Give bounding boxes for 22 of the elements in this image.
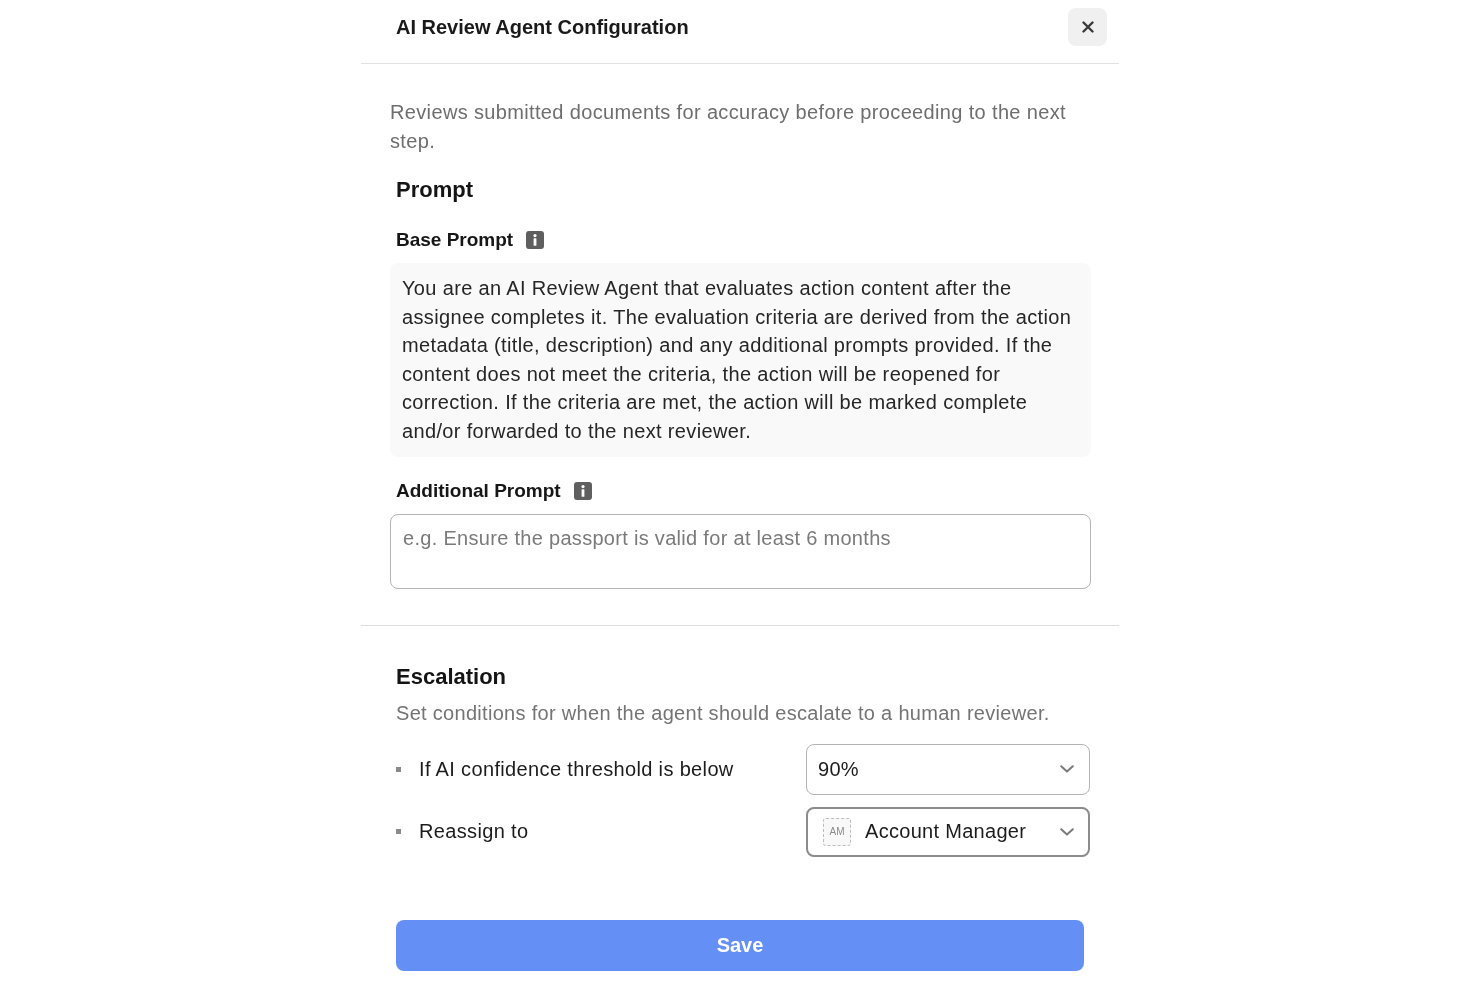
- additional-prompt-field[interactable]: e.g. Ensure the passport is valid for at least 6 months: [390, 513, 1091, 589]
- description-text: Reviews submitted documents for accuracy before proceeding to the next step.: [390, 100, 1067, 154]
- field-label: Base Prompt: [396, 228, 514, 252]
- section-heading: Escalation: [396, 662, 508, 691]
- rule-label: Reassign to: [419, 820, 530, 844]
- field-label: Additional Prompt: [396, 478, 561, 503]
- avatar: AM: [823, 817, 851, 846]
- section-heading: Prompt: [396, 176, 474, 204]
- section-description: Set conditions for when the agent should escalate to a human reviewer.: [396, 700, 1051, 726]
- close-button[interactable]: [1068, 8, 1107, 46]
- bullet-icon: [396, 766, 401, 772]
- bullet-icon: [396, 829, 401, 835]
- close-icon: [1081, 21, 1094, 33]
- base-prompt-field: You are an AI Review Agent that evaluates action content after the assignee completes it. The evaluation criteria are derived from the action metadata (title, description) and any additional prompts provided. If the content does not meet the criteria, the action will be reopened for correction. If the criteria are met, the action will be marked complete and/or forwarded to the next reviewer.: [390, 263, 1091, 457]
- chevron-down-icon: [1060, 827, 1074, 836]
- chevron-down-icon: [1060, 765, 1074, 774]
- info-icon: [526, 231, 545, 249]
- dropdown[interactable]: AM Account Manager: [806, 806, 1090, 857]
- info-icon: [573, 481, 592, 500]
- dialog-title: AI Review Agent Configuration: [396, 15, 689, 39]
- rule-label: If AI confidence threshold is below: [419, 757, 735, 781]
- dropdown[interactable]: 90%: [806, 743, 1090, 795]
